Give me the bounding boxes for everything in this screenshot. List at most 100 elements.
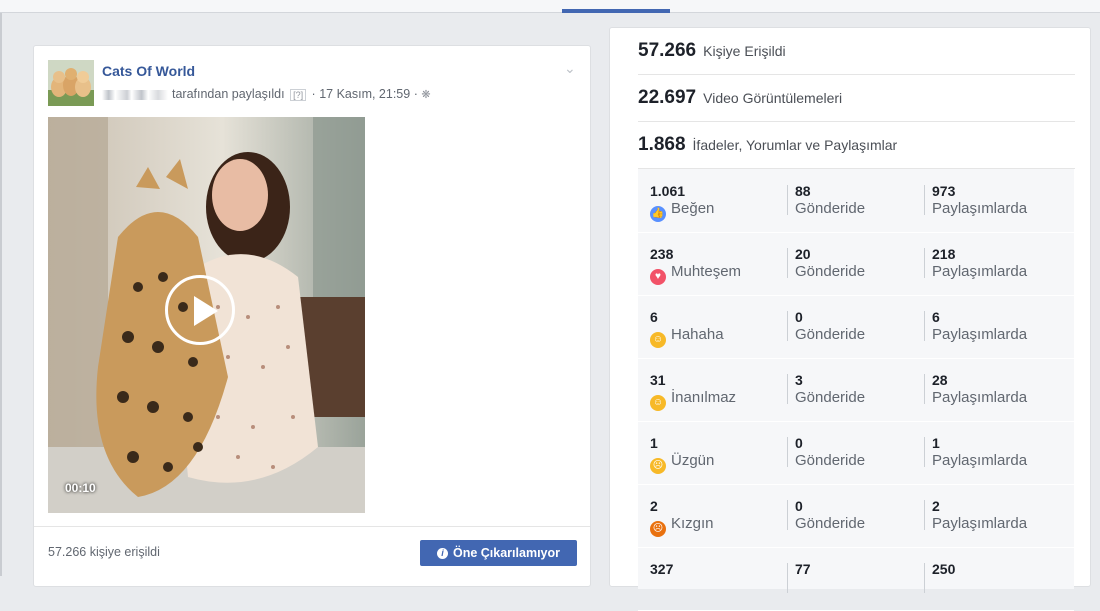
on-posts-cell: 0 Gönderide — [795, 435, 865, 469]
stat-label: Video Görüntülemeleri — [703, 90, 843, 106]
chevron-down-icon[interactable]: ⌄ — [564, 60, 576, 77]
post-date[interactable]: 17 Kasım, 21:59 — [319, 87, 410, 101]
on-shares-label: Paylaşımlarda — [932, 326, 1028, 343]
on-shares-value: 1 — [932, 435, 940, 451]
on-shares-cell: 6 Paylaşımlarda — [932, 309, 1027, 343]
reach-summary: 57.266 kişiye erişildi — [48, 545, 160, 559]
haha-icon: ☺ — [650, 332, 666, 348]
on-shares-cell: 250 — [932, 561, 955, 578]
stat-reach: 57.266 Kişiye Erişildi — [638, 28, 1075, 75]
stat-video-views: 22.697 Video Görüntülemeleri — [638, 75, 1075, 122]
column-divider — [787, 563, 788, 593]
reaction-breakdown: 1.061 👍 Beğen 88 Gönderide 973 Paylaşımlarda 23… — [638, 169, 1074, 611]
reaction-total: 327 — [650, 561, 674, 577]
stat-label: Kişiye Erişildi — [703, 43, 786, 59]
active-tab-indicator — [562, 9, 670, 13]
reaction-type: ☺ Hahaha — [650, 326, 724, 348]
love-icon: ♥ — [650, 269, 666, 285]
on-shares-value: 2 — [932, 498, 940, 514]
on-posts-value: 88 — [795, 183, 811, 199]
on-shares-cell: 1 Paylaşımlarda — [932, 435, 1027, 469]
on-posts-label: Gönderide — [795, 263, 866, 280]
reaction-total: 238 — [650, 246, 674, 262]
reaction-type: ☹ Üzgün — [650, 452, 714, 474]
on-posts-cell: 88 Gönderide — [795, 183, 865, 217]
on-posts-label: Gönderide — [795, 515, 866, 532]
wow-icon: ☺ — [650, 395, 666, 411]
column-divider — [924, 374, 925, 404]
reaction-type: 👍 Beğen — [650, 200, 714, 222]
on-shares-cell: 218 Paylaşımlarda — [932, 246, 1027, 280]
top-nav-bar — [0, 0, 1100, 13]
on-shares-label: Paylaşımlarda — [932, 389, 1028, 406]
audience-icon[interactable]: ❋ — [421, 89, 430, 101]
boost-label: Öne Çıkarılamıyor — [453, 546, 560, 560]
reaction-label: İnanılmaz — [671, 389, 737, 406]
on-shares-value: 6 — [932, 309, 940, 325]
column-divider — [924, 248, 925, 278]
column-divider — [924, 185, 925, 215]
on-posts-cell: 20 Gönderide — [795, 246, 865, 280]
column-divider — [787, 437, 788, 467]
angry-icon: ☹ — [650, 521, 666, 537]
left-border — [0, 13, 2, 576]
breakdown-row: 238 ♥ Muhteşem 20 Gönderide 218 Paylaşımlarda — [638, 232, 1074, 296]
column-divider — [787, 185, 788, 215]
reaction-label: Üzgün — [671, 452, 715, 469]
on-shares-cell: 973 Paylaşımlarda — [932, 183, 1027, 217]
info-icon: i — [437, 547, 448, 559]
on-posts-value: 0 — [795, 309, 803, 325]
on-shares-cell: 2 Paylaşımlarda — [932, 498, 1027, 532]
reaction-total-cell: 1 ☹ Üzgün — [650, 435, 714, 474]
on-shares-label: Paylaşımlarda — [932, 452, 1028, 469]
on-posts-value: 3 — [795, 372, 803, 388]
column-divider — [787, 311, 788, 341]
help-badge[interactable]: [?] — [290, 89, 307, 101]
video-duration: 00:10 — [65, 481, 96, 495]
on-posts-value: 77 — [795, 561, 811, 577]
page-name-link[interactable]: Cats Of World — [102, 63, 195, 79]
post-card: Cats Of World ⌄ tarafından paylaşıldı [?… — [33, 45, 591, 587]
breakdown-row: 1.061 👍 Beğen 88 Gönderide 973 Paylaşımlarda — [638, 169, 1074, 233]
reaction-total: 31 — [650, 372, 666, 388]
breakdown-row: 31 ☺ İnanılmaz 3 Gönderide 28 Paylaşımlarda — [638, 358, 1074, 422]
reaction-total-cell: 1.061 👍 Beğen — [650, 183, 714, 222]
reaction-type: ☺ İnanılmaz — [650, 389, 736, 411]
on-shares-value: 973 — [932, 183, 956, 199]
boost-button[interactable]: i Öne Çıkarılamıyor — [420, 540, 577, 566]
on-shares-value: 250 — [932, 561, 956, 577]
on-posts-cell: 0 Gönderide — [795, 309, 865, 343]
column-divider — [924, 500, 925, 530]
on-shares-cell: 28 Paylaşımlarda — [932, 372, 1027, 406]
breakdown-row: 1 ☹ Üzgün 0 Gönderide 1 Paylaşımlarda — [638, 421, 1074, 485]
on-shares-value: 28 — [932, 372, 948, 388]
column-divider — [924, 437, 925, 467]
reaction-type: ☹ Kızgın — [650, 515, 714, 537]
post-meta: tarafından paylaşıldı [?] · 17 Kasım, 21… — [102, 87, 431, 101]
on-posts-label: Gönderide — [795, 389, 866, 406]
on-posts-cell: 0 Gönderide — [795, 498, 865, 532]
on-shares-value: 218 — [932, 246, 956, 262]
on-posts-label: Gönderide — [795, 200, 866, 217]
on-shares-label: Paylaşımlarda — [932, 515, 1028, 532]
on-posts-value: 20 — [795, 246, 811, 262]
video-player[interactable]: 00:10 — [48, 117, 365, 513]
page-avatar[interactable] — [48, 60, 94, 106]
redacted-name — [102, 89, 168, 100]
reaction-total-cell: 2 ☹ Kızgın — [650, 498, 714, 537]
reaction-total: 2 — [650, 498, 658, 514]
column-divider — [924, 311, 925, 341]
on-posts-cell: 77 — [795, 561, 811, 578]
play-icon[interactable] — [165, 275, 235, 345]
on-shares-label: Paylaşımlarda — [932, 200, 1028, 217]
card-divider — [34, 526, 590, 527]
on-posts-label: Gönderide — [795, 326, 866, 343]
reaction-label: Hahaha — [671, 326, 724, 343]
stat-value: 22.697 — [638, 87, 697, 108]
on-posts-label: Gönderide — [795, 452, 866, 469]
reaction-label: Kızgın — [671, 515, 714, 532]
like-icon: 👍 — [650, 206, 666, 222]
sad-icon: ☹ — [650, 458, 666, 474]
insights-panel: 57.266 Kişiye Erişildi 22.697 Video Görü… — [609, 27, 1091, 611]
breakdown-row: 327 77 250 — [638, 547, 1074, 611]
